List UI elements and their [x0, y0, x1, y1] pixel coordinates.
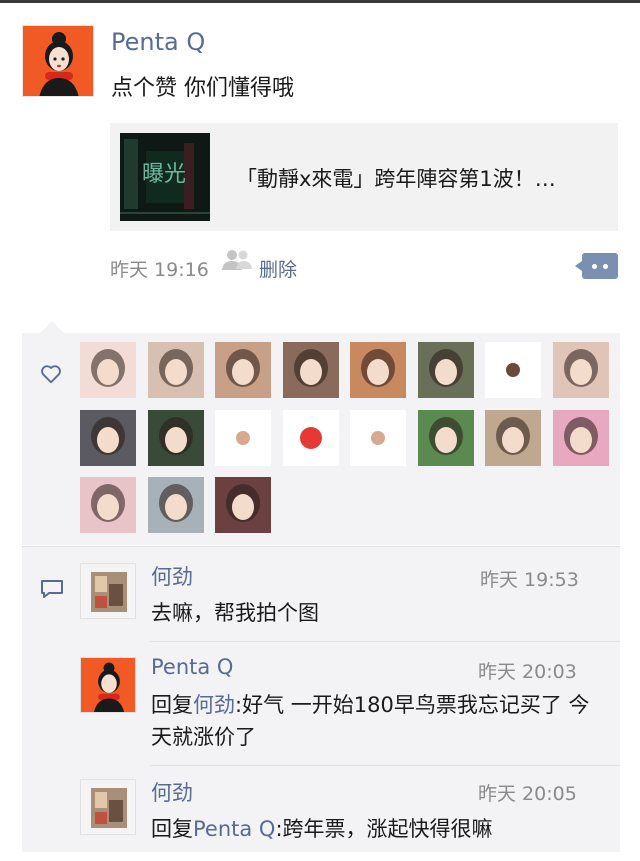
reply-mention[interactable]: 何劲 — [193, 693, 235, 717]
dot-icon — [592, 264, 597, 269]
comment-author[interactable]: 何劲 — [151, 561, 193, 591]
post-timestamp: 昨天 19:16 — [110, 259, 209, 281]
more-actions-button[interactable] — [575, 253, 618, 279]
reply-prefix: 回复 — [151, 817, 193, 841]
commenter-avatar[interactable] — [80, 657, 136, 713]
liker-avatar[interactable] — [417, 409, 474, 466]
liker-avatar[interactable] — [485, 342, 541, 398]
liker-avatar[interactable] — [552, 342, 609, 398]
liker-avatar[interactable] — [282, 409, 339, 466]
commenter-avatar[interactable] — [80, 779, 136, 835]
liker-avatar[interactable] — [350, 342, 406, 398]
liker-avatar[interactable] — [80, 477, 136, 533]
comment-divider — [150, 641, 620, 642]
comment-timestamp: 昨天 19:53 — [480, 569, 579, 591]
liker-avatar[interactable] — [282, 342, 339, 398]
author-avatar[interactable] — [22, 25, 94, 97]
comment-reply-text: 回复何劲:好气 一开始180早鸟票我忘记买了 今天就涨价了 — [151, 689, 591, 753]
likes-panel — [22, 321, 620, 545]
comment-reply-text: 回复Penta Q:跨年票，涨起快得很嘛 — [151, 813, 591, 845]
comment-text: 去嘛，帮我拍个图 — [151, 601, 319, 625]
liker-avatar[interactable] — [215, 409, 271, 466]
post-text: 点个赞 你们懂得哦 — [111, 76, 294, 101]
liker-avatar[interactable] — [417, 342, 474, 398]
delete-button[interactable]: 删除 — [259, 255, 297, 282]
comment-author[interactable]: Penta Q — [151, 655, 233, 679]
avatar-illustration — [23, 26, 93, 96]
link-title: 「動靜x來電」跨年陣容第1波！… — [236, 167, 556, 191]
comment-timestamp: 昨天 20:03 — [478, 661, 577, 683]
top-divider — [0, 0, 640, 3]
comment-divider — [150, 765, 620, 766]
liker-avatar[interactable] — [350, 409, 406, 466]
liker-avatar[interactable] — [147, 342, 204, 398]
heart-outline-icon — [41, 365, 61, 384]
thumb-caption: 曝光 — [142, 162, 186, 187]
post-author-name[interactable]: Penta Q — [111, 28, 205, 56]
liker-avatar[interactable] — [147, 477, 204, 533]
comment-timestamp: 昨天 20:05 — [478, 783, 577, 805]
liker-avatar[interactable] — [80, 409, 136, 466]
liker-avatar[interactable] — [552, 409, 609, 466]
commenter-avatar[interactable] — [80, 563, 136, 619]
reply-prefix: 回复 — [151, 693, 193, 717]
liker-avatar[interactable] — [147, 409, 204, 466]
liker-avatar[interactable] — [485, 409, 541, 466]
comment-text: :跨年票，涨起快得很嘛 — [275, 817, 493, 841]
liker-avatar[interactable] — [215, 477, 271, 533]
visibility-people-icon — [222, 250, 252, 270]
comments-panel: 何劲 昨天 19:53 去嘛，帮我拍个图 Penta Q 昨天 20:03 回复… — [22, 546, 620, 852]
liker-avatar[interactable] — [215, 342, 271, 398]
reply-mention[interactable]: Penta Q — [193, 817, 275, 841]
dot-icon — [603, 264, 608, 269]
comment-bubble-icon — [41, 580, 63, 598]
comment-author[interactable]: 何劲 — [151, 777, 193, 807]
shared-link-card[interactable]: 曝光 「動靜x來電」跨年陣容第1波！… — [110, 123, 618, 231]
liker-avatar[interactable] — [80, 342, 136, 398]
link-thumbnail: 曝光 — [120, 133, 210, 221]
